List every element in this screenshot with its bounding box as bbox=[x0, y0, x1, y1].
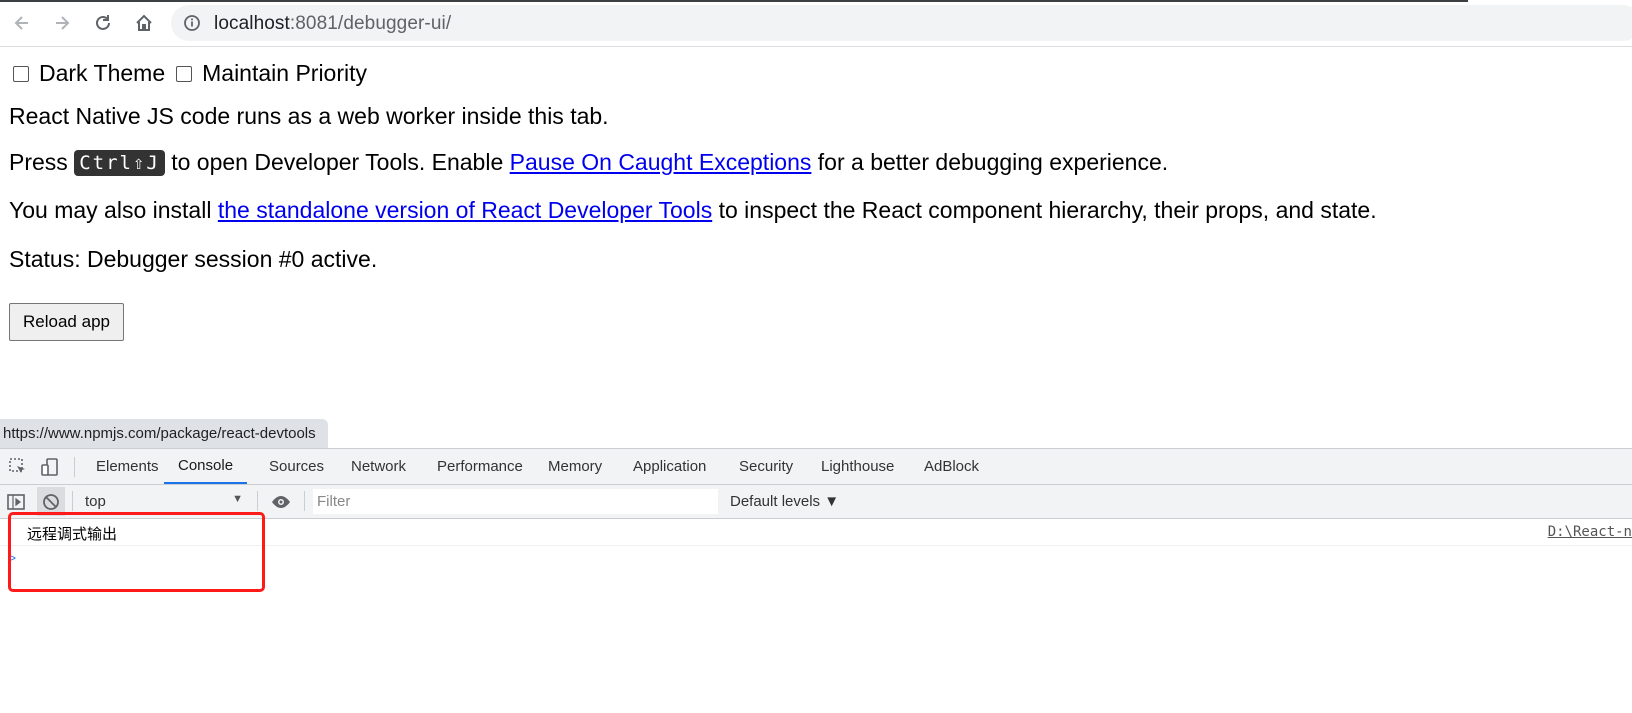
home-icon bbox=[136, 14, 152, 31]
inspect-element-icon[interactable] bbox=[8, 457, 28, 477]
devtools-hint: Press Ctrl⇧J to open Developer Tools. En… bbox=[9, 149, 1168, 176]
tab-memory[interactable]: Memory bbox=[548, 449, 602, 484]
arrow-right-icon bbox=[56, 16, 70, 30]
pause-exceptions-link[interactable]: Pause On Caught Exceptions bbox=[510, 149, 812, 175]
arrow-left-icon bbox=[14, 16, 28, 30]
install-suffix: to inspect the React component hierarchy… bbox=[712, 197, 1377, 223]
tab-network[interactable]: Network bbox=[351, 449, 406, 484]
hint-prefix: Press bbox=[9, 149, 75, 175]
clear-console-icon[interactable] bbox=[41, 492, 61, 512]
back-button[interactable] bbox=[8, 9, 36, 37]
browser-toolbar: localhost:8081/debugger-ui/ bbox=[0, 0, 1632, 47]
filter-input[interactable]: Filter bbox=[313, 489, 718, 514]
home-button[interactable] bbox=[130, 9, 158, 37]
toolbar-divider bbox=[74, 457, 75, 477]
tab-application[interactable]: Application bbox=[633, 449, 706, 484]
intro-text: React Native JS code runs as a web worke… bbox=[9, 103, 609, 129]
refresh-icon bbox=[96, 15, 110, 30]
status-text: Status: Debugger session #0 active. bbox=[9, 246, 378, 272]
status-link-tooltip: https://www.npmjs.com/package/react-devt… bbox=[0, 419, 328, 448]
log-levels-dropdown[interactable]: Default levels ▼ bbox=[730, 485, 839, 518]
window-edge bbox=[0, 0, 1468, 2]
device-toolbar-icon[interactable] bbox=[40, 457, 60, 477]
url-path: :8081/debugger-ui/ bbox=[289, 13, 452, 34]
install-hint: You may also install the standalone vers… bbox=[9, 197, 1377, 224]
reload-button[interactable] bbox=[89, 9, 117, 37]
address-bar[interactable]: localhost:8081/debugger-ui/ bbox=[171, 5, 1632, 41]
tab-lighthouse[interactable]: Lighthouse bbox=[821, 449, 894, 484]
red-highlight-box bbox=[8, 512, 265, 592]
url-text: localhost:8081/debugger-ui/ bbox=[214, 13, 451, 35]
hint-suffix: for a better debugging experience. bbox=[811, 149, 1169, 175]
eye-icon[interactable] bbox=[271, 492, 291, 512]
toolbar-divider bbox=[72, 491, 73, 511]
message-source-link[interactable]: D:\React-n bbox=[1548, 524, 1632, 540]
tab-security[interactable]: Security bbox=[739, 449, 793, 484]
tab-performance[interactable]: Performance bbox=[437, 449, 523, 484]
dropdown-arrow-icon: ▼ bbox=[232, 493, 243, 505]
info-icon[interactable] bbox=[183, 14, 201, 32]
toolbar-divider bbox=[257, 491, 258, 511]
dark-theme-checkbox[interactable] bbox=[13, 65, 29, 82]
sidebar-toggle-icon[interactable] bbox=[6, 492, 26, 512]
options-row: Dark Theme Maintain Priority bbox=[13, 60, 367, 87]
devtools-tabbar: Elements Console Sources Network Performance… bbox=[0, 449, 1632, 485]
toolbar-divider bbox=[304, 491, 305, 511]
reload-app-button[interactable]: Reload app bbox=[9, 303, 124, 341]
tab-elements[interactable]: Elements bbox=[96, 449, 159, 484]
tab-console[interactable]: Console bbox=[164, 449, 248, 484]
react-devtools-link[interactable]: the standalone version of React Develope… bbox=[218, 197, 712, 223]
maintain-priority-label: Maintain Priority bbox=[202, 60, 368, 86]
context-value: top bbox=[85, 493, 106, 510]
forward-button[interactable] bbox=[48, 9, 76, 37]
install-prefix: You may also install bbox=[9, 197, 218, 223]
tab-sources[interactable]: Sources bbox=[269, 449, 324, 484]
url-host: localhost bbox=[214, 13, 290, 34]
hint-mid: to open Developer Tools. Enable bbox=[164, 149, 510, 175]
tab-adblock[interactable]: AdBlock bbox=[924, 449, 979, 484]
dark-theme-label: Dark Theme bbox=[39, 60, 166, 86]
maintain-priority-checkbox[interactable] bbox=[176, 65, 193, 82]
shortcut-kbd: Ctrl⇧J bbox=[74, 150, 165, 176]
